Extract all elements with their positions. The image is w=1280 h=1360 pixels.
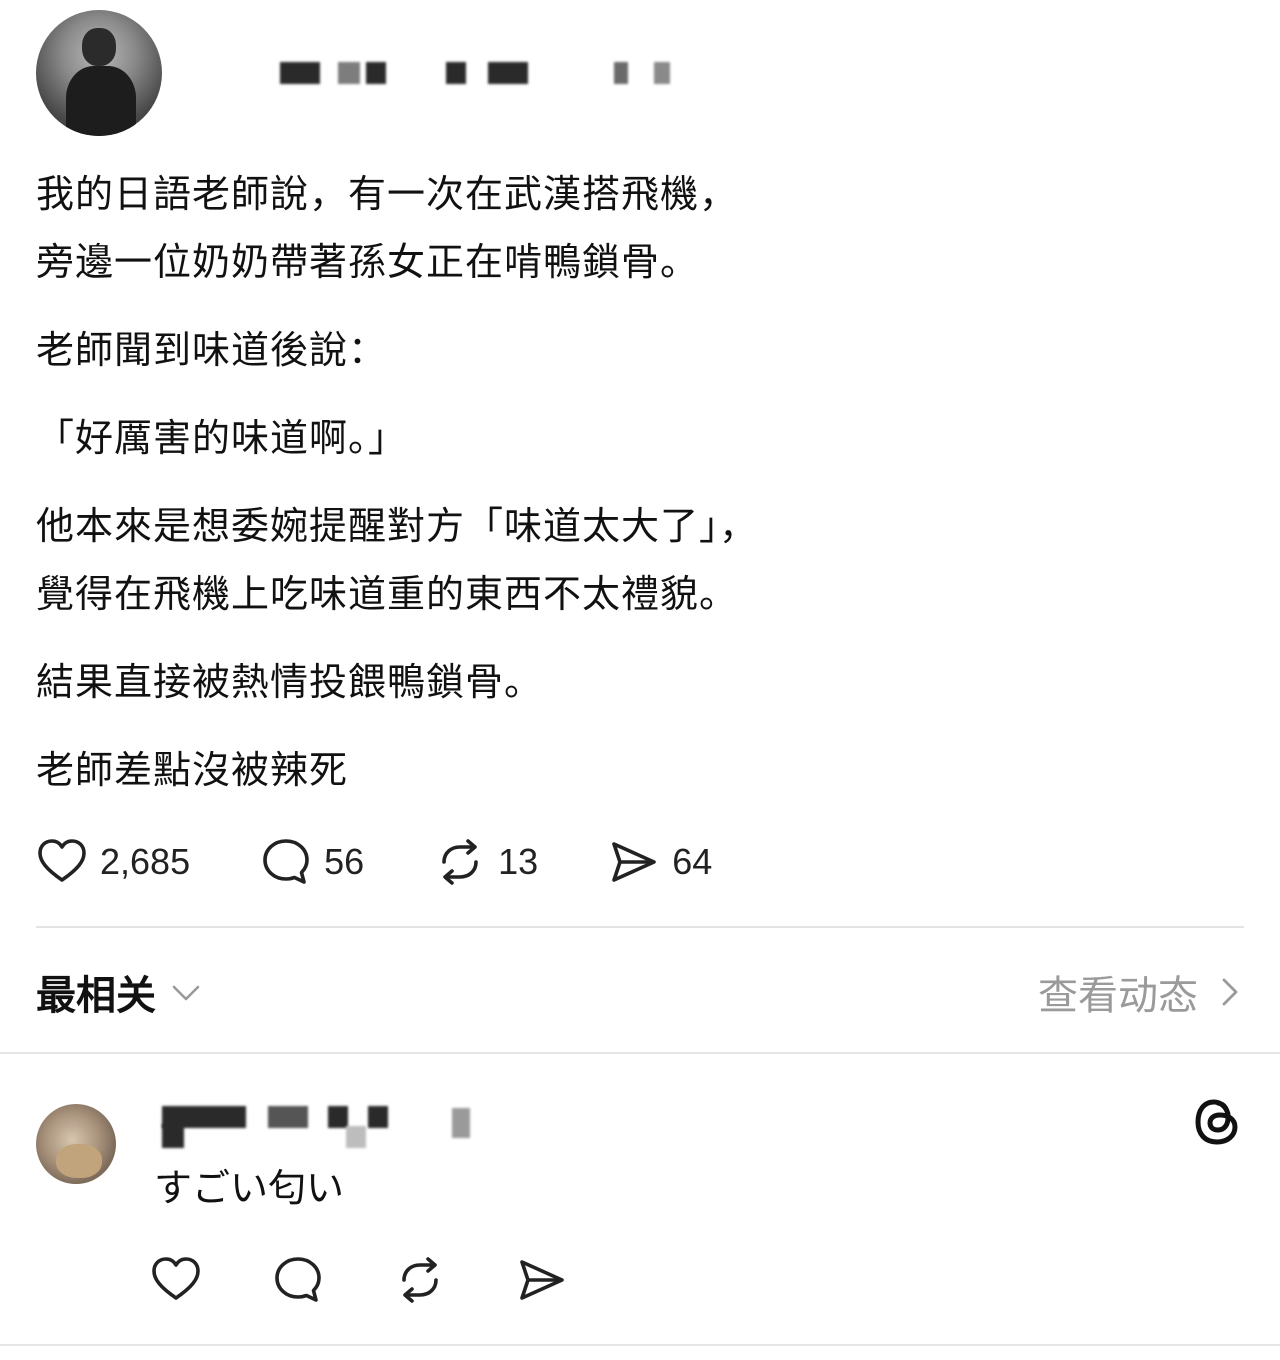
like-count: 2,685 xyxy=(100,841,191,882)
reply-avatar[interactable] xyxy=(36,1104,116,1184)
view-activity-link[interactable]: 查看动态 xyxy=(1038,963,1244,1021)
post-line: 他本來是想委婉提醒對方「味道太大了」， xyxy=(36,504,759,548)
author-avatar[interactable] xyxy=(36,10,162,136)
reply-author-redacted[interactable] xyxy=(150,1104,530,1148)
divider xyxy=(0,1052,1280,1054)
reply-text: すごい匂い xyxy=(154,1166,345,1210)
post-paragraph: 「好厲害的味道啊。」 xyxy=(36,404,1236,472)
chevron-down-icon xyxy=(172,985,200,1001)
view-activity-label: 查看动态 xyxy=(1038,973,1198,1019)
send-icon xyxy=(612,842,656,882)
post-paragraph: 我的日語老師說，有一次在武漢搭飛機， 旁邊一位奶奶帶著孫女正在啃鴨鎖骨。 xyxy=(36,160,1236,296)
sort-label: 最相关 xyxy=(36,973,156,1019)
author-name-redacted[interactable] xyxy=(206,62,686,108)
sort-dropdown[interactable]: 最相关 xyxy=(36,963,202,1021)
post-line: 結果直接被熱情投餵鴨鎖骨。 xyxy=(36,660,544,704)
post-paragraph: 他本來是想委婉提醒對方「味道太大了」， 覺得在飛機上吃味道重的東西不太禮貌。 xyxy=(36,492,1236,628)
repost-count: 13 xyxy=(498,841,539,882)
post-line: 老師聞到味道後說： xyxy=(36,328,388,372)
repost-button[interactable]: 13 xyxy=(434,836,538,888)
reply-actions xyxy=(150,1252,638,1308)
post-header xyxy=(36,10,1236,138)
comment-button[interactable]: 56 xyxy=(260,836,364,888)
share-count: 64 xyxy=(672,841,713,882)
chevron-right-icon xyxy=(1222,978,1238,1006)
post-body: 我的日語老師說，有一次在武漢搭飛機， 旁邊一位奶奶帶著孫女正在啃鴨鎖骨。 老師聞… xyxy=(36,160,1236,824)
repost-icon xyxy=(442,839,478,885)
post-paragraph: 老師差點沒被辣死 xyxy=(36,736,1236,804)
heart-icon[interactable] xyxy=(150,1254,202,1306)
comment-count: 56 xyxy=(324,841,365,882)
divider xyxy=(36,926,1244,928)
heart-icon xyxy=(38,839,86,882)
repost-icon[interactable] xyxy=(394,1254,446,1306)
post-line: 「好厲害的味道啊。」 xyxy=(36,416,408,460)
post-line: 旁邊一位奶奶帶著孫女正在啃鴨鎖骨。 xyxy=(36,240,700,284)
like-button[interactable]: 2,685 xyxy=(36,836,190,888)
share-button[interactable]: 64 xyxy=(608,836,712,888)
divider xyxy=(0,1344,1280,1346)
post-actions: 2,685 56 13 64 xyxy=(36,830,782,894)
post-paragraph: 結果直接被熱情投餵鴨鎖骨。 xyxy=(36,648,1236,716)
threads-logo-icon[interactable] xyxy=(1192,1094,1242,1150)
sort-row: 最相关 查看动态 xyxy=(36,960,1244,1024)
post-line: 老師差點沒被辣死 xyxy=(36,748,349,792)
post-line: 覺得在飛機上吃味道重的東西不太禮貌。 xyxy=(36,572,739,616)
send-icon[interactable] xyxy=(516,1254,568,1306)
post-paragraph: 老師聞到味道後說： xyxy=(36,316,1236,384)
post-line: 我的日語老師說，有一次在武漢搭飛機， xyxy=(36,172,739,216)
comment-bubble-icon xyxy=(263,839,309,884)
comment-bubble-icon[interactable] xyxy=(272,1254,324,1306)
